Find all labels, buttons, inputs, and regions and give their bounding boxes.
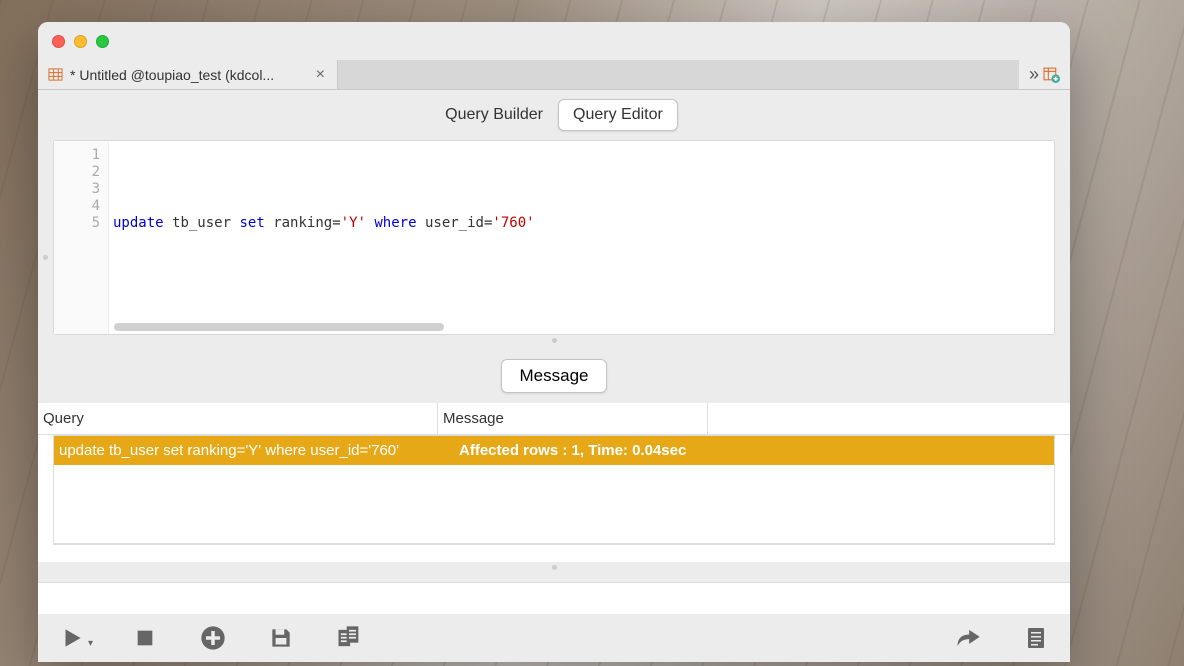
tab-strip-spacer — [338, 60, 1019, 89]
new-tab-icon[interactable] — [1043, 66, 1060, 83]
handle-dot-icon — [43, 255, 48, 260]
more-tabs-icon[interactable]: » — [1029, 64, 1035, 85]
column-header-query[interactable]: Query — [38, 403, 438, 434]
code-line-5: update tb_user set ranking='Y' where use… — [113, 215, 1050, 232]
tab-strip-actions: » — [1019, 60, 1070, 89]
message-tab[interactable]: Message — [501, 359, 608, 393]
result-footer — [53, 544, 1055, 562]
app-window: * Untitled @toupiao_test (kdcol... × » Q… — [38, 22, 1070, 662]
query-editor-tab[interactable]: Query Editor — [558, 99, 678, 131]
code-line — [113, 181, 1050, 198]
result-empty-area — [54, 465, 1054, 543]
handle-dot-icon — [552, 338, 557, 343]
play-icon — [59, 625, 85, 651]
code-line — [113, 147, 1050, 164]
document-button[interactable] — [1020, 622, 1052, 654]
sql-editor[interactable]: 1 2 3 4 5 update tb_user set ranking='Y'… — [53, 140, 1055, 335]
editor-left-handle[interactable] — [38, 160, 53, 355]
stop-icon — [134, 627, 156, 649]
column-header-message[interactable]: Message — [438, 403, 708, 434]
result-pane: Query Message update tb_user set ranking… — [38, 403, 1070, 562]
result-body: update tb_user set ranking='Y' where use… — [53, 435, 1055, 544]
tab-title: * Untitled @toupiao_test (kdcol... — [70, 67, 307, 83]
document-icon — [1024, 624, 1048, 652]
line-number: 1 — [54, 147, 100, 164]
copy-doc-icon — [335, 624, 363, 652]
line-number-gutter: 1 2 3 4 5 — [54, 141, 109, 334]
result-cell-query: update tb_user set ranking='Y' where use… — [54, 436, 454, 465]
close-tab-icon[interactable]: × — [314, 66, 327, 84]
close-window-button[interactable] — [52, 35, 65, 48]
copy-button[interactable] — [333, 622, 365, 654]
save-button[interactable] — [265, 622, 297, 654]
stop-button[interactable] — [129, 622, 161, 654]
share-button[interactable] — [952, 622, 984, 654]
bottom-toolbar: ▾ — [38, 614, 1070, 662]
mode-switch: Query Builder Query Editor — [38, 90, 1070, 140]
minimize-window-button[interactable] — [74, 35, 87, 48]
maximize-window-button[interactable] — [96, 35, 109, 48]
add-button[interactable] — [197, 622, 229, 654]
line-number: 2 — [54, 164, 100, 181]
share-arrow-icon — [954, 624, 982, 652]
line-number: 3 — [54, 181, 100, 198]
result-header-row: Query Message — [38, 403, 1070, 435]
result-mode-switch: Message — [38, 345, 1070, 403]
pane-divider-2[interactable] — [38, 562, 1070, 572]
result-cell-message: Affected rows : 1, Time: 0.04sec — [454, 436, 1054, 465]
query-builder-tab[interactable]: Query Builder — [430, 99, 558, 131]
pane-divider[interactable] — [38, 335, 1070, 345]
code-line — [113, 164, 1050, 181]
line-number: 5 — [54, 215, 100, 232]
code-line — [113, 198, 1050, 215]
titlebar — [38, 22, 1070, 60]
table-icon — [48, 67, 63, 82]
dropdown-caret-icon: ▾ — [88, 638, 93, 649]
horizontal-scrollbar[interactable] — [114, 323, 444, 331]
handle-dot-icon — [552, 565, 557, 570]
code-text-area[interactable]: update tb_user set ranking='Y' where use… — [109, 141, 1054, 334]
run-button[interactable]: ▾ — [56, 622, 93, 654]
save-icon — [268, 625, 294, 651]
result-row[interactable]: update tb_user set ranking='Y' where use… — [54, 436, 1054, 465]
column-header-empty — [708, 403, 1070, 434]
document-tab[interactable]: * Untitled @toupiao_test (kdcol... × — [38, 60, 338, 89]
line-number: 4 — [54, 198, 100, 215]
plus-circle-icon — [199, 624, 227, 652]
document-tab-strip: * Untitled @toupiao_test (kdcol... × » — [38, 60, 1070, 90]
